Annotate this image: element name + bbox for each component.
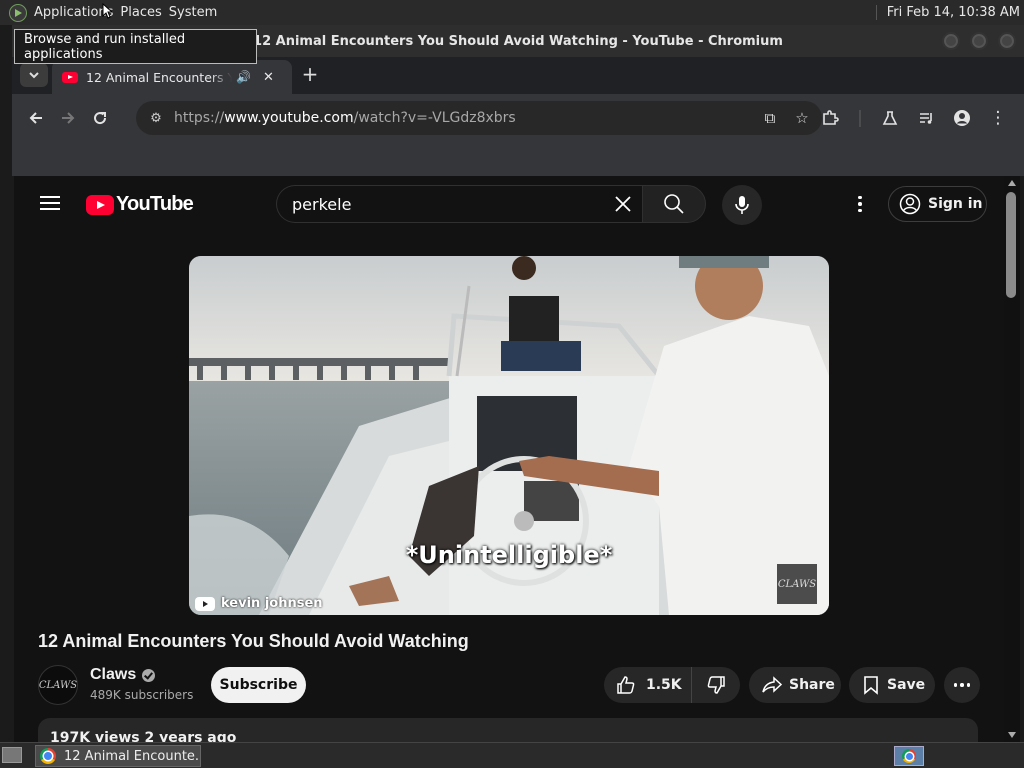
- url-path: /watch?v=-VLGdz8xbrs: [353, 110, 516, 126]
- window-controls: [942, 32, 1016, 50]
- taskbar-window-title: 12 Animal Encounte...: [64, 748, 201, 764]
- browser-toolbar: ⚙ https://www.youtube.com/watch?v=-VLGdz…: [12, 94, 1024, 142]
- clear-search-icon[interactable]: [612, 193, 634, 215]
- search-box: perkele: [276, 185, 706, 223]
- browser-menu-icon[interactable]: ⋮: [982, 102, 1014, 134]
- subscribe-button[interactable]: Subscribe: [211, 667, 306, 703]
- like-button[interactable]: 1.5K: [604, 667, 692, 703]
- site-info-icon[interactable]: ⚙: [140, 111, 172, 126]
- reload-icon: [94, 112, 107, 125]
- description-box[interactable]: 197K views 2 years ago: [38, 718, 978, 742]
- url-scheme: https://: [174, 110, 225, 126]
- search-input[interactable]: perkele: [276, 185, 642, 223]
- show-desktop-icon[interactable]: [2, 747, 22, 763]
- save-button[interactable]: Save: [849, 667, 935, 703]
- scrollbar-thumb[interactable]: [1006, 192, 1016, 298]
- desktop-top-panel: Applications Places System Fri Feb 14, 1…: [0, 0, 1024, 25]
- close-tab-icon[interactable]: ✕: [263, 70, 274, 85]
- bookmark-icon: [864, 676, 878, 695]
- dislike-button[interactable]: [692, 675, 740, 695]
- new-tab-button[interactable]: +: [298, 63, 322, 87]
- youtube-wordmark: YouTube: [116, 193, 194, 215]
- arrow-left-icon: [29, 112, 42, 124]
- labs-flask-icon[interactable]: [874, 102, 906, 134]
- places-menu[interactable]: Places: [119, 5, 167, 20]
- channel-avatar[interactable]: CLAWS: [38, 665, 78, 705]
- page-scrollbar[interactable]: [1004, 176, 1020, 742]
- watermark-text: kevin johnsen: [221, 596, 323, 611]
- sign-in-button[interactable]: Sign in: [888, 186, 987, 222]
- desktop-taskbar: 12 Animal Encounte...: [0, 742, 1024, 768]
- workspace-switcher[interactable]: [894, 746, 924, 766]
- distro-logo-icon[interactable]: [9, 3, 27, 22]
- channel-name: Claws: [90, 666, 137, 683]
- toolbar-divider: |: [857, 108, 863, 128]
- youtube-mini-logo-icon: [195, 596, 215, 611]
- video-caption: *Unintelligible*: [405, 541, 613, 569]
- chromium-tray-icon: [902, 749, 916, 763]
- scroll-up-arrow-icon[interactable]: [1008, 180, 1016, 186]
- share-button[interactable]: Share: [749, 667, 841, 703]
- scroll-down-arrow-icon[interactable]: [1008, 732, 1016, 738]
- view-count-date: 197K views 2 years ago: [50, 730, 237, 742]
- youtube-favicon-icon: [62, 71, 78, 83]
- reload-button[interactable]: [84, 102, 116, 134]
- close-window-button[interactable]: [998, 32, 1016, 50]
- sign-in-label: Sign in: [928, 196, 983, 212]
- tab-title: 12 Animal Encounters You Should Avoid Wa…: [86, 69, 232, 85]
- window-title: 12 Animal Encounters You Should Avoid Wa…: [253, 33, 783, 49]
- search-icon: [664, 194, 684, 214]
- more-actions-button[interactable]: [944, 667, 980, 703]
- search-button[interactable]: [642, 185, 706, 223]
- like-count: 1.5K: [646, 677, 682, 693]
- maximize-button[interactable]: [970, 32, 988, 50]
- verified-check-icon: [142, 668, 156, 682]
- video-player[interactable]: *Unintelligible* kevin johnsen CLAWS: [189, 256, 829, 615]
- profile-avatar-icon[interactable]: [946, 102, 978, 134]
- microphone-icon: [735, 196, 749, 214]
- bookmarks-bar: [12, 142, 1024, 176]
- install-app-icon[interactable]: ⧉: [758, 109, 782, 127]
- toolbar-right-actions: | ⋮: [814, 102, 1014, 134]
- bookmark-star-icon[interactable]: ☆: [790, 109, 814, 127]
- youtube-play-logo-icon: [86, 194, 114, 215]
- hamburger-menu-icon[interactable]: [40, 196, 60, 210]
- youtube-logo[interactable]: YouTube: [86, 193, 194, 216]
- forward-button[interactable]: [52, 102, 84, 134]
- speaker-icon[interactable]: 🔊: [236, 70, 251, 84]
- panel-clock[interactable]: Fri Feb 14, 10:38 AM: [875, 5, 1024, 20]
- arrow-right-icon: [62, 112, 75, 124]
- channel-corner-logo: CLAWS: [777, 564, 817, 604]
- system-menu[interactable]: System: [168, 5, 223, 20]
- taskbar-window-button[interactable]: 12 Animal Encounte...: [35, 745, 201, 767]
- back-button[interactable]: [20, 102, 52, 134]
- media-controls-icon[interactable]: [910, 102, 942, 134]
- address-bar[interactable]: ⚙ https://www.youtube.com/watch?v=-VLGdz…: [136, 101, 822, 135]
- share-arrow-icon: [762, 676, 783, 693]
- channel-name-link[interactable]: Claws: [90, 666, 156, 684]
- thumbs-down-icon: [707, 676, 725, 694]
- tab-search-button[interactable]: [20, 63, 48, 87]
- share-label: Share: [789, 677, 835, 693]
- settings-more-icon[interactable]: [848, 192, 872, 216]
- url-host: www.youtube.com: [224, 110, 354, 126]
- extensions-puzzle-icon[interactable]: [814, 102, 846, 134]
- mouse-cursor-icon: [102, 3, 112, 19]
- chevron-down-icon: [29, 72, 39, 79]
- omnibox-actions: ⧉ ☆: [758, 109, 822, 127]
- video-title: 12 Animal Encounters You Should Avoid Wa…: [38, 631, 469, 651]
- minimize-button[interactable]: [942, 32, 960, 50]
- video-watermark: kevin johnsen: [195, 596, 323, 611]
- like-dislike-group: 1.5K: [604, 667, 740, 703]
- subscriber-count: 489K subscribers: [90, 688, 194, 702]
- thumbs-up-icon: [617, 676, 635, 694]
- youtube-page: YouTube perkele Sign in *Unintelligible*…: [14, 176, 1004, 742]
- applications-tooltip: Browse and run installed applications: [14, 29, 257, 64]
- voice-search-button[interactable]: [722, 185, 762, 225]
- save-label: Save: [887, 677, 926, 693]
- browser-tab[interactable]: 12 Animal Encounters You Should Avoid Wa…: [52, 60, 292, 94]
- chromium-icon: [40, 748, 56, 764]
- account-circle-icon: [899, 193, 921, 215]
